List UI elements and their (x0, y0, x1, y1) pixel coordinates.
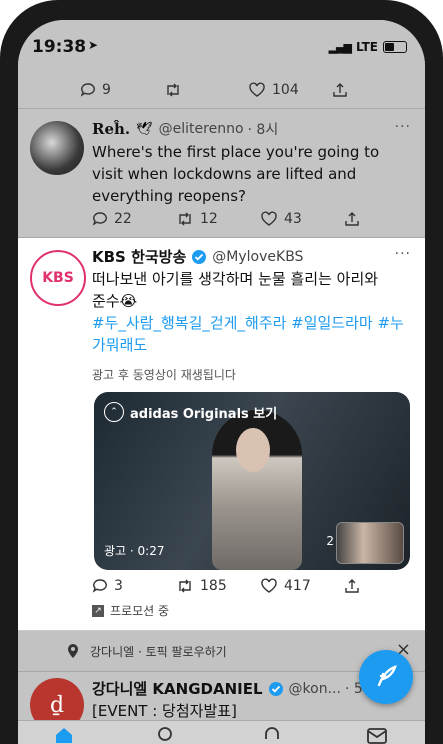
compose-icon (377, 665, 397, 687)
retweet-icon (179, 212, 191, 226)
next-video-preview[interactable] (336, 522, 404, 564)
retweet-button[interactable]: 185 (176, 578, 260, 594)
status-indicators: ▂▄▆ LTE (329, 40, 407, 54)
promoted-tweet-card[interactable]: KBS KBS 한국방송 @MyloveKBS ··· 떠나보낸 아기를 생각하… (18, 238, 425, 631)
reply-icon (92, 579, 107, 593)
avatar-logo-icon: ḏ (49, 692, 65, 718)
like-button[interactable]: 43 (260, 211, 344, 227)
reply-count: 3 (114, 578, 123, 594)
topic-pin-icon (68, 644, 78, 658)
reply-icon (92, 212, 107, 226)
location-arrow-icon: ➤ (88, 38, 99, 52)
tweet-handle[interactable]: @MyloveKBS (212, 249, 303, 265)
like-icon (249, 82, 265, 97)
search-icon[interactable] (156, 725, 176, 744)
topic-follow-text[interactable]: 강다니엘 · 토픽 팔로우하기 (90, 643, 227, 660)
tweet-handle[interactable]: @kon... (289, 681, 341, 697)
signal-icon: ▂▄▆ (328, 40, 352, 54)
bottom-tab-bar (18, 720, 425, 744)
reply-count: 22 (114, 211, 132, 227)
reply-button[interactable]: 22 (92, 211, 176, 227)
retweet-icon (167, 83, 179, 97)
share-button[interactable] (344, 578, 425, 594)
promoted-label: ↗ 프로모션 중 (92, 602, 169, 619)
retweet-button[interactable] (164, 82, 248, 98)
like-button[interactable]: 417 (260, 578, 344, 594)
screen: 19:38 ➤ ▂▄▆ LTE 9 104 Reĥ. 🕊 @eliterenno… (18, 20, 425, 744)
retweet-icon (179, 579, 191, 593)
next-video-count: 2 (326, 534, 334, 548)
reply-button[interactable]: 9 (80, 82, 164, 98)
previous-tweet-actions: 9 104 (18, 72, 425, 109)
tweet-text: Where's the first place you're going to … (92, 143, 380, 205)
dove-icon: 🕊 (136, 121, 153, 137)
phone-frame: 19:38 ➤ ▂▄▆ LTE 9 104 Reĥ. 🕊 @eliterenno… (0, 0, 443, 744)
like-icon (261, 211, 277, 226)
avatar[interactable]: KBS (30, 250, 86, 306)
video-title: adidas Originals 보기 (130, 406, 278, 422)
video-header[interactable]: ⌃ adidas Originals 보기 (104, 402, 277, 422)
tweet-time: · 8시 (247, 122, 279, 138)
share-button[interactable] (332, 82, 416, 98)
video-face (236, 428, 270, 472)
tweet-username[interactable]: KBS 한국방송 (92, 246, 186, 267)
more-options-icon[interactable]: ··· (395, 119, 411, 135)
share-icon (345, 579, 359, 593)
promoted-text: 프로모션 중 (110, 604, 170, 618)
like-button[interactable]: 104 (248, 82, 332, 98)
share-button[interactable] (344, 211, 425, 227)
status-time: 19:38 (32, 37, 87, 57)
tweet-card[interactable]: Reĥ. 🕊 @eliterenno · 8시 ··· Where's the … (18, 109, 425, 238)
verified-icon (268, 681, 283, 696)
retweet-count: 12 (200, 211, 218, 227)
like-count: 417 (284, 578, 311, 594)
ad-notice: 광고 후 동영상이 재생됩니다 (92, 368, 236, 382)
home-icon[interactable] (54, 725, 74, 744)
battery-icon (383, 41, 407, 53)
video-timer: 광고 · 0:27 (104, 544, 165, 558)
like-count: 43 (284, 211, 302, 227)
verified-icon (192, 249, 207, 264)
like-count: 104 (272, 82, 299, 98)
avatar[interactable] (30, 121, 84, 175)
share-icon (333, 83, 347, 97)
tweet-handle[interactable]: @eliterenno (159, 121, 244, 137)
compose-button[interactable] (359, 650, 413, 704)
reply-button[interactable]: 3 (92, 578, 176, 594)
tweet-username[interactable]: Reĥ. (92, 120, 130, 138)
share-icon (345, 212, 359, 226)
more-options-icon[interactable]: ··· (395, 246, 411, 262)
promoted-icon: ↗ (92, 604, 104, 617)
avatar-label: KBS (42, 270, 74, 286)
notifications-icon[interactable] (262, 725, 282, 744)
reply-icon (80, 83, 95, 97)
tweet-username[interactable]: 강다니엘 KANGDANIEL (92, 678, 263, 699)
tweet-text: [EVENT : 당첨자발표] (92, 702, 237, 720)
tweet-hashtags[interactable]: #두_사람_행복길_걷게_해주라 #일일드라마 #누가뭐래도 (92, 312, 412, 356)
video-player[interactable]: ⌃ adidas Originals 보기 광고 · 0:27 2 (94, 392, 410, 570)
network-type: LTE (355, 40, 378, 54)
like-icon (261, 578, 277, 593)
status-bar: 19:38 ➤ ▂▄▆ LTE (18, 20, 425, 72)
adidas-logo-icon: ⌃ (104, 402, 124, 422)
retweet-button[interactable]: 12 (176, 211, 260, 227)
messages-icon[interactable] (366, 725, 388, 744)
retweet-count: 185 (200, 578, 227, 594)
reply-count: 9 (102, 82, 111, 98)
tweet-text: 떠나보낸 아기를 생각하며 눈물 흘리는 아리와 준수😭 (92, 270, 379, 310)
